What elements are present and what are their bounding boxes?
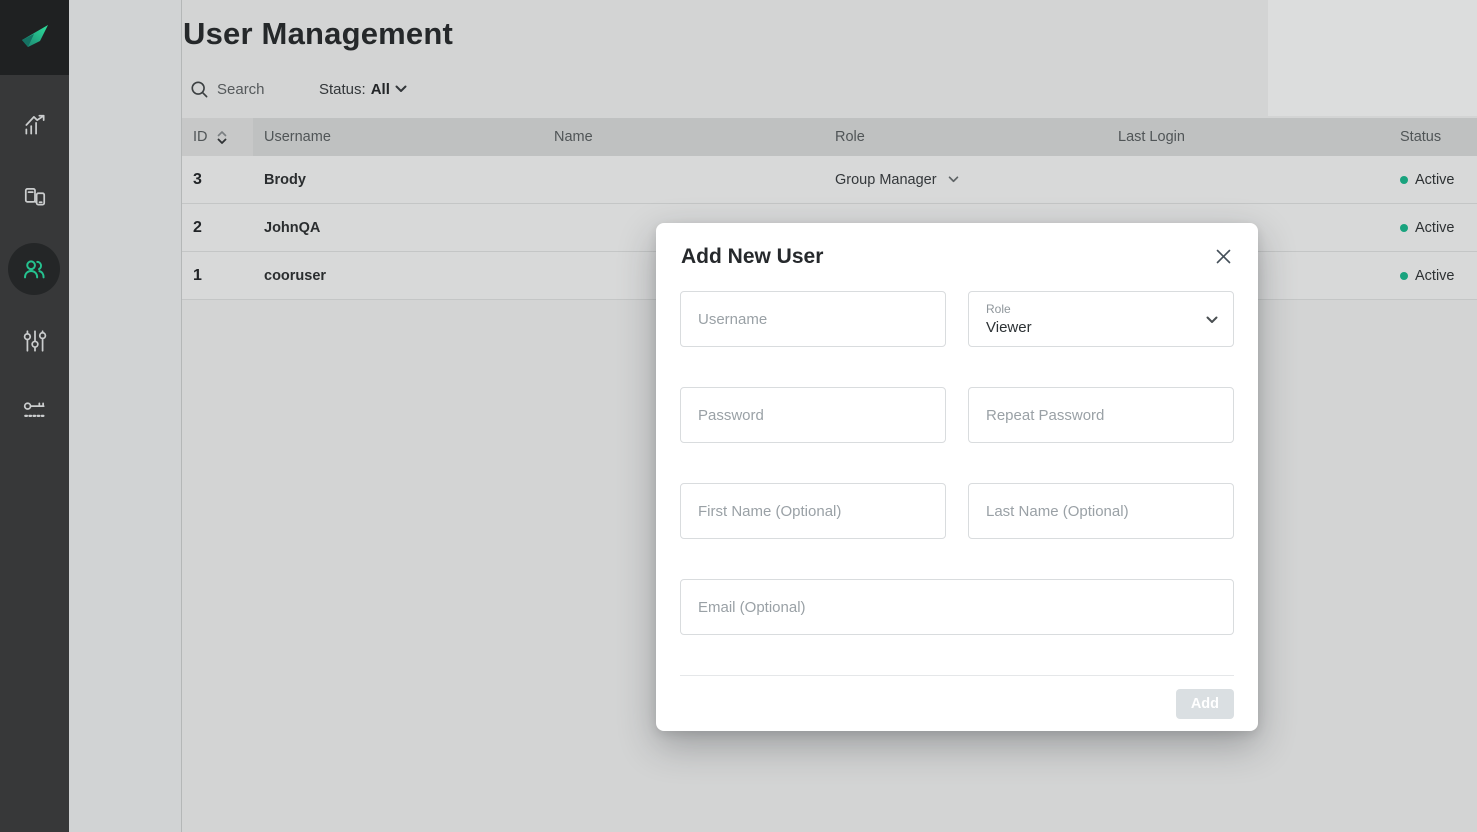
repeat-password-field[interactable] <box>968 387 1234 443</box>
sidebar-item-license-keys[interactable] <box>0 385 69 437</box>
column-header-name: Name <box>543 118 824 156</box>
logo-icon <box>15 18 55 58</box>
status-dot <box>1400 272 1408 280</box>
role-select-label: Role <box>986 302 1216 316</box>
analytics-icon <box>22 112 48 138</box>
sidebar-item-users[interactable] <box>8 243 60 295</box>
cell-username: cooruser <box>253 268 543 284</box>
add-button[interactable]: Add <box>1176 689 1234 719</box>
cell-id: 2 <box>182 219 253 237</box>
modal-footer-divider <box>680 675 1234 676</box>
page-title: User Management <box>183 16 453 52</box>
role-dropdown[interactable]: Group Manager <box>835 172 959 188</box>
chevron-down-icon <box>395 85 407 93</box>
top-right-panel-sheen <box>1268 0 1477 116</box>
column-header-status: Status <box>1389 118 1477 156</box>
sidebar-item-analytics[interactable] <box>0 99 69 151</box>
chevron-down-icon <box>1206 316 1218 324</box>
status-label: Active <box>1415 220 1455 236</box>
modal-close-button[interactable] <box>1212 245 1234 267</box>
search-icon <box>190 80 209 99</box>
sliders-icon <box>22 328 48 354</box>
table-row: 3 Brody Group Manager Active <box>182 156 1477 204</box>
cell-status: Active <box>1389 172 1477 188</box>
secondary-rail <box>69 0 182 832</box>
sidebar <box>0 0 69 832</box>
toolbar: Status: All <box>190 77 407 101</box>
modal-title: Add New User <box>681 245 823 269</box>
cell-id: 1 <box>182 267 253 285</box>
status-dot <box>1400 224 1408 232</box>
column-header-last-login: Last Login <box>1107 118 1389 156</box>
key-icon <box>22 398 48 424</box>
chevron-down-icon <box>948 176 959 183</box>
first-name-field[interactable] <box>680 483 946 539</box>
status-filter-label: Status: <box>319 81 366 98</box>
cell-username: Brody <box>253 172 543 188</box>
username-field[interactable] <box>680 291 946 347</box>
cell-status: Active <box>1389 268 1477 284</box>
status-label: Active <box>1415 268 1455 284</box>
search-input[interactable] <box>217 81 307 98</box>
app-logo[interactable] <box>0 0 69 75</box>
column-header-role: Role <box>824 118 1107 156</box>
sidebar-item-settings[interactable] <box>0 315 69 367</box>
close-icon <box>1216 249 1231 264</box>
cell-id: 3 <box>182 171 253 189</box>
users-icon <box>20 255 48 283</box>
status-filter-value: All <box>371 81 390 98</box>
column-header-id[interactable]: ID <box>182 118 253 156</box>
role-select[interactable]: Role Viewer <box>968 291 1234 347</box>
status-filter[interactable]: Status: All <box>319 81 407 98</box>
status-dot <box>1400 176 1408 184</box>
email-field[interactable] <box>680 579 1234 635</box>
sort-icon <box>217 131 227 144</box>
sidebar-item-devices[interactable] <box>0 171 69 223</box>
devices-icon <box>22 184 48 210</box>
cell-status: Active <box>1389 220 1477 236</box>
status-label: Active <box>1415 172 1455 188</box>
search-box[interactable] <box>190 80 307 99</box>
column-header-username: Username <box>253 118 543 156</box>
last-name-field[interactable] <box>968 483 1234 539</box>
role-select-value: Viewer <box>986 319 1216 336</box>
cell-username: JohnQA <box>253 220 543 236</box>
password-field[interactable] <box>680 387 946 443</box>
table-header-row: ID Username Name Role Last Login Status <box>182 118 1477 156</box>
add-user-modal: Add New User Role Viewer Add <box>656 223 1258 731</box>
